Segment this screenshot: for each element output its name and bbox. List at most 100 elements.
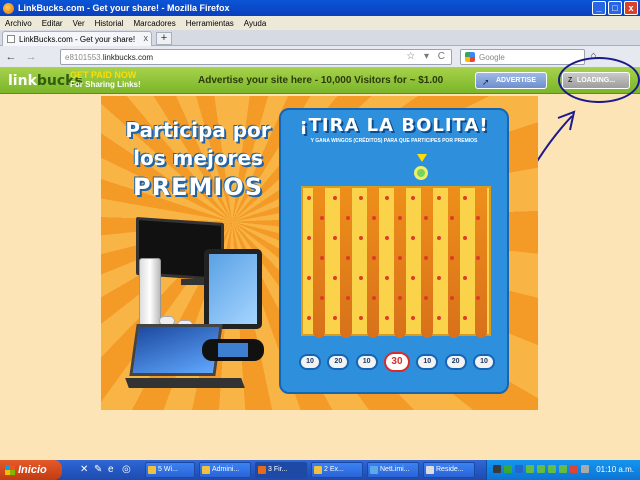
close-button[interactable]: x <box>624 1 638 15</box>
system-clock[interactable]: 01:10 a.m. <box>596 465 634 474</box>
board-peg <box>476 296 480 300</box>
board-peg <box>307 196 311 200</box>
ball-icon[interactable] <box>414 166 428 180</box>
menu-archivo[interactable]: Archivo <box>5 19 32 28</box>
menu-marcadores[interactable]: Marcadores <box>134 19 176 28</box>
board-peg <box>437 316 441 320</box>
quicklaunch-ie-icon[interactable]: e <box>108 464 114 475</box>
tablet-image <box>204 249 262 329</box>
new-tab-button[interactable]: + <box>156 32 172 45</box>
maximize-button[interactable]: □ <box>608 1 622 15</box>
board-lane <box>448 188 460 338</box>
tray-icon[interactable] <box>526 465 534 473</box>
board-peg <box>385 276 389 280</box>
window-controls: _ □ x <box>592 1 638 15</box>
taskbar-item[interactable]: 2 Ex... <box>311 462 363 478</box>
tray-icon[interactable] <box>548 465 556 473</box>
board-peg <box>385 316 389 320</box>
get-paid-line2: For Sharing Links! <box>70 80 141 89</box>
board-peg <box>424 256 428 260</box>
annotation-circle <box>558 57 640 103</box>
quicklaunch-icon[interactable]: ◎ <box>122 464 131 475</box>
taskbar-item[interactable]: Admini... <box>199 462 251 478</box>
window-title: LinkBucks.com - Get your share! - Mozill… <box>18 3 230 13</box>
taskbar-item-label: Admini... <box>212 466 240 473</box>
tab-linkbucks[interactable]: LinkBucks.com - Get your share! x <box>2 31 152 46</box>
console-image <box>139 258 161 326</box>
prize-slot-top: 30 <box>383 352 410 372</box>
board-peg <box>385 196 389 200</box>
ad-headline: Participa por los mejores PREMIOS <box>113 116 283 202</box>
taskbar-item[interactable]: 5 Wi... <box>145 462 195 478</box>
taskbar-item[interactable]: NetLimi... <box>367 462 419 478</box>
tray-icon[interactable] <box>493 465 501 473</box>
board-peg <box>411 236 415 240</box>
board-peg <box>333 316 337 320</box>
logo-link-text: link <box>8 73 37 89</box>
taskbar: Inicio ✕ ✎ e ◎ 5 Wi... Admini... 3 Fir..… <box>0 460 640 480</box>
advertise-button[interactable]: ➚ ADVERTISE <box>475 72 547 89</box>
game-board[interactable]: ¡TIRA LA BOLITA! Y GANA WINGOS (CRÉDITOS… <box>279 108 509 394</box>
search-input[interactable]: Google <box>460 49 585 65</box>
board-peg <box>476 256 480 260</box>
board-peg <box>463 276 467 280</box>
board-peg <box>411 276 415 280</box>
quicklaunch-icon[interactable]: ✕ <box>80 464 88 475</box>
board-peg <box>437 236 441 240</box>
drop-arrow-icon <box>417 154 427 162</box>
prize-slot: 10 <box>416 354 439 370</box>
windows-flag-icon <box>5 465 15 475</box>
menu-ver[interactable]: Ver <box>73 19 85 28</box>
board-peg <box>307 316 311 320</box>
prize-slot: 10 <box>472 354 495 370</box>
tray-icon[interactable] <box>537 465 545 473</box>
taskbar-item-active[interactable]: 3 Fir... <box>255 462 307 478</box>
get-paid-promo[interactable]: GET PAID NOW For Sharing Links! <box>70 70 141 90</box>
tray-icon[interactable] <box>581 465 589 473</box>
board-peg <box>372 256 376 260</box>
tray-icon[interactable] <box>515 465 523 473</box>
taskbar-item-label: 5 Wi... <box>158 466 178 473</box>
board-peg <box>463 236 467 240</box>
tray-icon[interactable] <box>504 465 512 473</box>
board-lane <box>340 188 352 338</box>
forward-button[interactable]: → <box>24 50 38 64</box>
prize-slot: 20 <box>327 354 350 370</box>
board-peg <box>450 296 454 300</box>
taskbar-item[interactable]: Reside... <box>423 462 475 478</box>
prize-slot: 10 <box>355 354 378 370</box>
menu-ayuda[interactable]: Ayuda <box>244 19 267 28</box>
game-title: ¡TIRA LA BOLITA! <box>299 115 489 136</box>
search-placeholder: Google <box>479 52 505 62</box>
back-button[interactable]: ← <box>4 50 18 64</box>
menu-editar[interactable]: Editar <box>42 19 63 28</box>
board-peg <box>398 216 402 220</box>
laptop-base-image <box>125 378 245 388</box>
advertisement-banner[interactable]: Participa por los mejores PREMIOS ¡TIRA … <box>101 96 538 410</box>
board-peg <box>333 236 337 240</box>
handheld-console-image <box>202 339 264 361</box>
headline-line3: PREMIOS <box>133 173 263 201</box>
menu-herramientas[interactable]: Herramientas <box>186 19 234 28</box>
menu-historial[interactable]: Historial <box>95 19 124 28</box>
board-peg <box>359 196 363 200</box>
board-peg <box>424 216 428 220</box>
url-bar-buttons[interactable]: ☆ ▾ C <box>406 51 448 62</box>
board-lane <box>394 188 406 338</box>
quicklaunch-icon[interactable]: ✎ <box>94 464 102 475</box>
board-peg <box>450 216 454 220</box>
board-peg <box>411 316 415 320</box>
start-button[interactable]: Inicio <box>0 460 62 480</box>
firefox-icon <box>3 2 14 14</box>
minimize-button[interactable]: _ <box>592 1 606 15</box>
tray-icon[interactable] <box>570 465 578 473</box>
board-peg <box>385 236 389 240</box>
tab-close-icon[interactable]: x <box>144 33 149 43</box>
advertise-text[interactable]: Advertise your site here - 10,000 Visito… <box>198 75 443 86</box>
linkbucks-bar: linkbucks GET PAID NOW For Sharing Links… <box>0 68 640 94</box>
game-subtitle: Y GANA WINGOS (CRÉDITOS) PARA QUE PARTIC… <box>310 138 478 144</box>
get-paid-line1: GET PAID NOW <box>70 70 137 80</box>
tray-icon[interactable] <box>559 465 567 473</box>
url-bar[interactable]: e8101553. linkbucks.com ☆ ▾ C <box>60 49 452 65</box>
cursor-icon: ➚ <box>482 77 490 87</box>
